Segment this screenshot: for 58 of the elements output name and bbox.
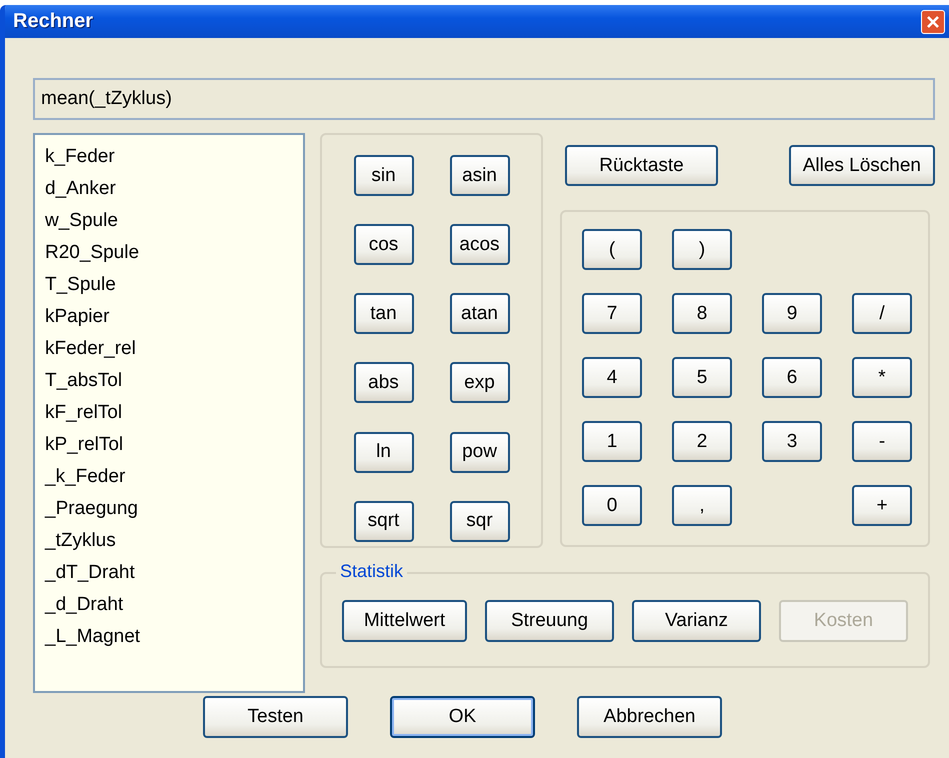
variable-item[interactable]: _tZyklus xyxy=(45,525,293,557)
variable-item[interactable]: R20_Spule xyxy=(45,237,293,269)
keypad-key[interactable]: - xyxy=(852,421,912,462)
statistics-button[interactable]: Mittelwert xyxy=(342,600,468,642)
keypad-key[interactable]: , xyxy=(672,485,732,526)
function-key[interactable]: ln xyxy=(354,432,414,473)
keypad-key[interactable]: 0 xyxy=(582,485,642,526)
variable-item[interactable]: T_Spule xyxy=(45,269,293,301)
keypad-key[interactable]: 9 xyxy=(762,293,822,334)
function-key[interactable]: sqrt xyxy=(354,500,414,542)
variable-item[interactable]: w_Spule xyxy=(45,205,293,237)
keypad-key[interactable]: 4 xyxy=(582,357,642,398)
statistics-button[interactable]: Varianz xyxy=(632,600,761,642)
variable-item[interactable]: _Praegung xyxy=(45,493,293,525)
keypad-key[interactable]: * xyxy=(852,357,912,398)
variable-item[interactable]: kPapier xyxy=(45,301,293,333)
keypad-key[interactable]: 6 xyxy=(762,357,822,398)
keypad-key[interactable]: 3 xyxy=(762,421,822,462)
dialog-button[interactable]: Testen xyxy=(203,696,348,738)
function-key[interactable]: exp xyxy=(450,362,510,404)
function-key[interactable]: acos xyxy=(450,224,510,266)
dialog-button[interactable]: Abbrechen xyxy=(577,696,722,738)
keypad-key[interactable]: / xyxy=(852,293,912,334)
function-key[interactable]: sqr xyxy=(450,500,510,542)
variable-item[interactable]: _d_Draht xyxy=(45,589,293,621)
function-key[interactable]: pow xyxy=(450,432,510,473)
keypad-key[interactable]: ( xyxy=(582,229,642,270)
edit-button[interactable]: Alles Löschen xyxy=(788,145,935,186)
variable-item[interactable]: d_Anker xyxy=(45,173,293,205)
variable-item[interactable]: _k_Feder xyxy=(45,461,293,493)
keypad-key[interactable]: 2 xyxy=(672,421,732,462)
statistics-button[interactable]: Streuung xyxy=(485,600,614,642)
function-key[interactable]: abs xyxy=(354,362,414,404)
close-button[interactable] xyxy=(921,10,945,34)
variable-item[interactable]: kP_relTol xyxy=(45,429,293,461)
variable-item[interactable]: T_absTol xyxy=(45,365,293,397)
function-key[interactable]: cos xyxy=(354,224,414,266)
variable-item[interactable]: kFeder_rel xyxy=(45,333,293,365)
variable-item[interactable]: kF_relTol xyxy=(45,397,293,429)
keypad-key[interactable]: 8 xyxy=(672,293,732,334)
keypad-key[interactable]: 1 xyxy=(582,421,642,462)
close-icon xyxy=(926,14,940,28)
formula-field[interactable]: mean(_tZyklus) xyxy=(33,78,935,120)
keypad-key[interactable]: 7 xyxy=(582,293,642,334)
window-title: Rechner xyxy=(13,10,94,33)
variable-item[interactable]: _dT_Draht xyxy=(45,557,293,589)
edit-button[interactable]: Rücktaste xyxy=(565,145,718,186)
function-key[interactable]: tan xyxy=(354,293,414,334)
keypad-key[interactable]: ) xyxy=(672,229,732,270)
keypad-key[interactable]: + xyxy=(852,485,912,526)
keypad-key[interactable]: 5 xyxy=(672,357,732,398)
function-key[interactable]: atan xyxy=(450,293,510,334)
variable-item[interactable]: k_Feder xyxy=(45,141,293,173)
function-key[interactable]: asin xyxy=(450,155,510,196)
variable-list[interactable]: k_Feder d_Anker w_Spule R20_Spule T_Spule kPapier kFeder_rel T_absTol kF_relTol kP_relTol _k_Feder _Praegung _tZyklus _dT_Draht _d_Draht _L_Magnet xyxy=(33,133,305,693)
function-key[interactable]: sin xyxy=(354,155,414,196)
variable-item[interactable]: _L_Magnet xyxy=(45,621,293,653)
dialog-button[interactable]: OK xyxy=(390,696,535,738)
